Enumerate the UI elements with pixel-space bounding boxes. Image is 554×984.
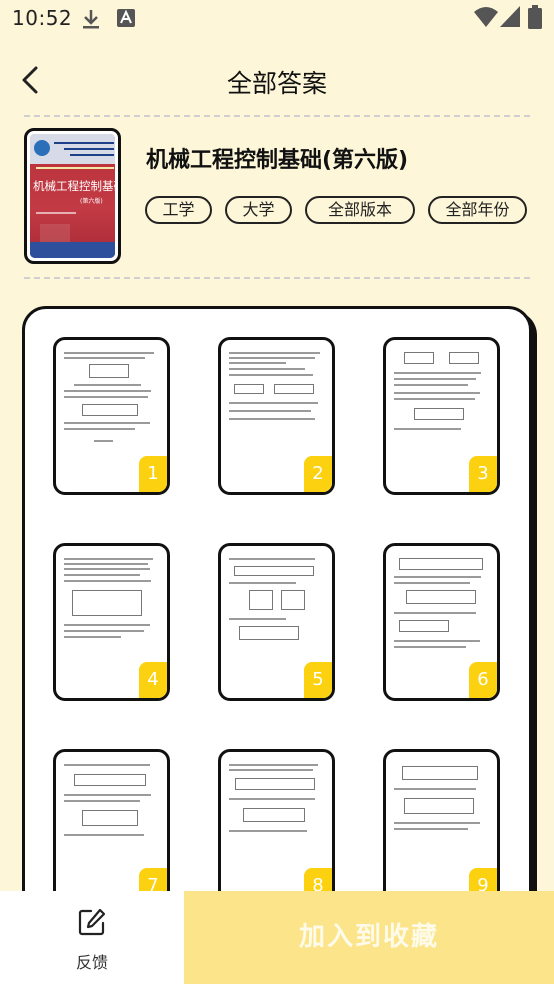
answer-page-thumb[interactable]: 3 xyxy=(383,337,500,495)
tag-level[interactable]: 大学 xyxy=(225,196,292,224)
book-title: 机械工程控制基础(第六版) xyxy=(146,148,409,173)
page-number: 5 xyxy=(304,662,332,698)
feedback-button[interactable]: 反馈 xyxy=(0,891,184,984)
answer-page-thumb[interactable]: 6 xyxy=(383,543,500,701)
tag-version[interactable]: 全部版本 xyxy=(305,196,415,224)
answer-page-thumb[interactable]: 9 xyxy=(383,749,500,907)
answer-page-thumb[interactable]: 1 xyxy=(53,337,170,495)
page-number: 2 xyxy=(304,456,332,492)
a-icon xyxy=(116,8,136,32)
tag-subject[interactable]: 工学 xyxy=(145,196,212,224)
answer-pages-panel: 1 2 3 4 5 6 7 8 9 xyxy=(22,306,532,926)
status-bar: 10:52 xyxy=(0,0,554,38)
feedback-label: 反馈 xyxy=(75,953,108,972)
status-time: 10:52 xyxy=(12,6,73,30)
cover-title: 机械工程控制基础 xyxy=(33,179,115,193)
divider-bottom xyxy=(24,277,530,279)
download-icon xyxy=(80,8,102,34)
answer-page-thumb[interactable]: 5 xyxy=(218,543,335,701)
answer-page-thumb[interactable]: 8 xyxy=(218,749,335,907)
page-number: 3 xyxy=(469,456,497,492)
page-number: 4 xyxy=(139,662,167,698)
header: 全部答案 xyxy=(0,50,554,110)
bottom-bar: 反馈 加入到收藏 xyxy=(0,891,554,984)
page-title: 全部答案 xyxy=(226,69,327,98)
wifi-icon xyxy=(474,6,498,32)
answer-page-thumb[interactable]: 7 xyxy=(53,749,170,907)
divider-top xyxy=(24,115,530,117)
battery-icon xyxy=(528,5,542,33)
tag-year[interactable]: 全部年份 xyxy=(428,196,527,224)
page-number: 1 xyxy=(139,456,167,492)
cover-edition: (第六版) xyxy=(80,198,103,205)
answer-page-thumb[interactable]: 4 xyxy=(53,543,170,701)
page-number: 6 xyxy=(469,662,497,698)
add-to-favorites-button[interactable]: 加入到收藏 xyxy=(184,891,554,984)
book-cover[interactable]: 机械工程控制基础 (第六版) xyxy=(24,128,121,264)
cover-image: 机械工程控制基础 (第六版) xyxy=(30,134,115,258)
signal-icon xyxy=(500,6,520,32)
answer-page-thumb[interactable]: 2 xyxy=(218,337,335,495)
edit-icon xyxy=(78,908,106,936)
